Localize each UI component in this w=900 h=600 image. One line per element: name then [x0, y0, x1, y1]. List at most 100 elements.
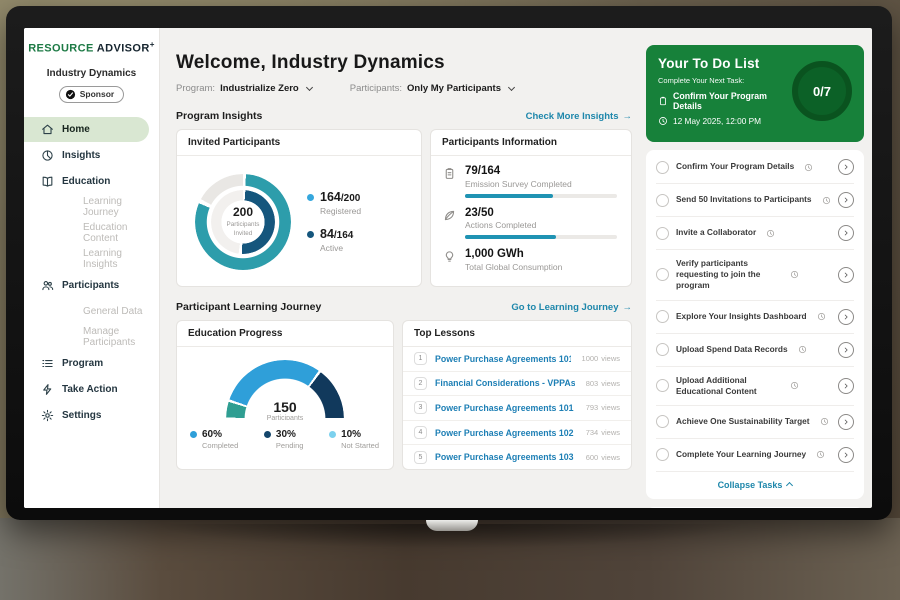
arrow-right-icon: → [623, 111, 633, 122]
metric-label: Total Global Consumption [465, 262, 617, 272]
lesson-title-link[interactable]: Power Purchase Agreements 102 [435, 428, 575, 438]
metric-value: 1,000 GWh [465, 248, 617, 261]
chevron-down-icon [508, 84, 515, 91]
sidebar-item-label: Participants [62, 280, 119, 291]
todo-summary-card: Your To Do List Complete Your Next Task:… [646, 45, 864, 142]
top-lessons-card: Top Lessons 1 Power Purchase Agreements … [402, 320, 632, 470]
lesson-title-link[interactable]: Power Purchase Agreements 101 [435, 354, 571, 364]
learning-cards-row: Education Progress 150 Participants [176, 320, 632, 470]
education-progress-card-title: Education Progress [177, 321, 393, 347]
task-open-button[interactable] [838, 414, 854, 430]
sidebar-item-label: Education [62, 176, 110, 187]
main-content: Welcome, Industry Dynamics Program: Indu… [160, 28, 646, 508]
lesson-rank-badge: 4 [414, 426, 427, 439]
task-label: Explore Your Insights Dashboard [676, 311, 807, 322]
sidebar-item[interactable]: Education Content [24, 221, 159, 246]
legend-total: /164 [334, 230, 353, 241]
metric-row: 1,000 GWh Total Global Consumption [431, 239, 631, 281]
sidebar-item[interactable]: Participants [24, 273, 159, 298]
lesson-views-count: 734 [586, 428, 599, 437]
legend-label: Not Started [341, 441, 379, 450]
progress-bar-track [465, 235, 617, 239]
task-row[interactable]: Achieve One Sustainability Target [656, 406, 854, 439]
take-action-icon [41, 383, 54, 396]
sidebar-item[interactable]: Education [24, 169, 159, 194]
lesson-row: 5 Power Purchase Agreements 103 600views [403, 445, 631, 470]
sidebar-item[interactable]: Settings [24, 403, 159, 428]
home-icon [41, 123, 54, 136]
app-logo: RESOURCE ADVISOR+ [24, 40, 159, 55]
lesson-row: 2 Financial Considerations - VPPAs 803vi… [403, 372, 631, 397]
filter-dropdown[interactable]: Program: Industrialize Zero [176, 83, 312, 94]
task-row[interactable]: Complete Your Learning Journey [656, 439, 854, 472]
task-open-button[interactable] [838, 159, 854, 175]
sidebar-item[interactable]: Program [24, 351, 159, 376]
task-checkbox[interactable] [656, 268, 669, 281]
task-checkbox[interactable] [656, 310, 669, 323]
sidebar-item-label: Education Content [83, 222, 159, 244]
task-open-button[interactable] [838, 378, 854, 394]
education-progress-card: Education Progress 150 Participants [176, 320, 394, 470]
task-row[interactable]: Confirm Your Program Details [656, 151, 854, 184]
chevron-down-icon [306, 84, 313, 91]
lesson-views-label: views [601, 403, 620, 412]
task-checkbox[interactable] [656, 379, 669, 392]
sidebar-item-label: Learning Insights [83, 248, 159, 270]
legend-item: 30% Pending [264, 429, 304, 450]
task-row[interactable]: Send 50 Invitations to Participants [656, 184, 854, 217]
legend-dot [329, 431, 336, 438]
task-row[interactable]: Verify participants requesting to join t… [656, 250, 854, 301]
task-checkbox[interactable] [656, 343, 669, 356]
settings-icon [41, 409, 54, 422]
task-row[interactable]: Invite a Collaborator [656, 217, 854, 250]
task-open-button[interactable] [838, 225, 854, 241]
legend-item: 84/164 Active [307, 228, 361, 253]
task-row[interactable]: Upload Additional Educational Content [656, 367, 854, 406]
sidebar-item[interactable]: Take Action [24, 377, 159, 402]
sidebar-item[interactable]: Manage Participants [24, 325, 159, 350]
sponsor-badge-label: Sponsor [80, 89, 114, 99]
lesson-title-link[interactable]: Power Purchase Agreements 101 [435, 403, 575, 413]
app-logo-plus: + [150, 40, 155, 49]
task-open-button[interactable] [838, 267, 854, 283]
filter-label: Participants: [350, 83, 402, 94]
task-checkbox[interactable] [656, 448, 669, 461]
lesson-title-link[interactable]: Power Purchase Agreements 103 [435, 452, 575, 462]
participants-information-card-title: Participants Information [431, 130, 631, 156]
collapse-tasks-link[interactable]: Collapse Tasks [656, 472, 854, 495]
task-clock-icon [790, 381, 799, 390]
task-label: Upload Spend Data Records [676, 344, 788, 355]
leaf-icon [443, 209, 456, 222]
task-row[interactable]: Explore Your Insights Dashboard [656, 301, 854, 334]
sidebar-item[interactable]: General Data [24, 299, 159, 324]
sidebar-item[interactable]: Home [24, 117, 149, 142]
filter-dropdown[interactable]: Participants: Only My Participants [350, 83, 514, 94]
sidebar-item[interactable]: Learning Insights [24, 247, 159, 272]
go-to-learning-journey-link[interactable]: Go to Learning Journey → [511, 302, 632, 313]
sidebar-item[interactable]: Learning Journey [24, 195, 159, 220]
sponsor-badge: Sponsor [59, 86, 124, 103]
lesson-title-link[interactable]: Financial Considerations - VPPAs [435, 378, 575, 388]
todo-progress-ring: 0/7 [792, 61, 852, 121]
monitor-stand [426, 520, 478, 531]
task-checkbox[interactable] [656, 194, 669, 207]
check-more-insights-link[interactable]: Check More Insights → [526, 111, 632, 122]
task-label: Verify participants requesting to join t… [676, 258, 780, 292]
program-insights-title: Program Insights [176, 110, 262, 122]
progress-bar-track [465, 194, 617, 198]
task-row[interactable]: Upload Spend Data Records [656, 334, 854, 367]
education-progress-gauge-chart: 150 Participants [226, 360, 344, 420]
task-checkbox[interactable] [656, 227, 669, 240]
task-checkbox[interactable] [656, 415, 669, 428]
sidebar-item[interactable]: Insights [24, 143, 159, 168]
task-open-button[interactable] [838, 342, 854, 358]
task-checkbox[interactable] [656, 161, 669, 174]
task-open-button[interactable] [838, 192, 854, 208]
app-logo-secondary: ADVISOR [97, 43, 150, 55]
legend-dot [264, 431, 271, 438]
dashboard-screen: RESOURCE ADVISOR+ Industry Dynamics Spon… [24, 28, 872, 508]
task-open-button[interactable] [838, 309, 854, 325]
task-clock-icon [804, 163, 813, 172]
task-open-button[interactable] [838, 447, 854, 463]
task-clock-icon [798, 345, 807, 354]
